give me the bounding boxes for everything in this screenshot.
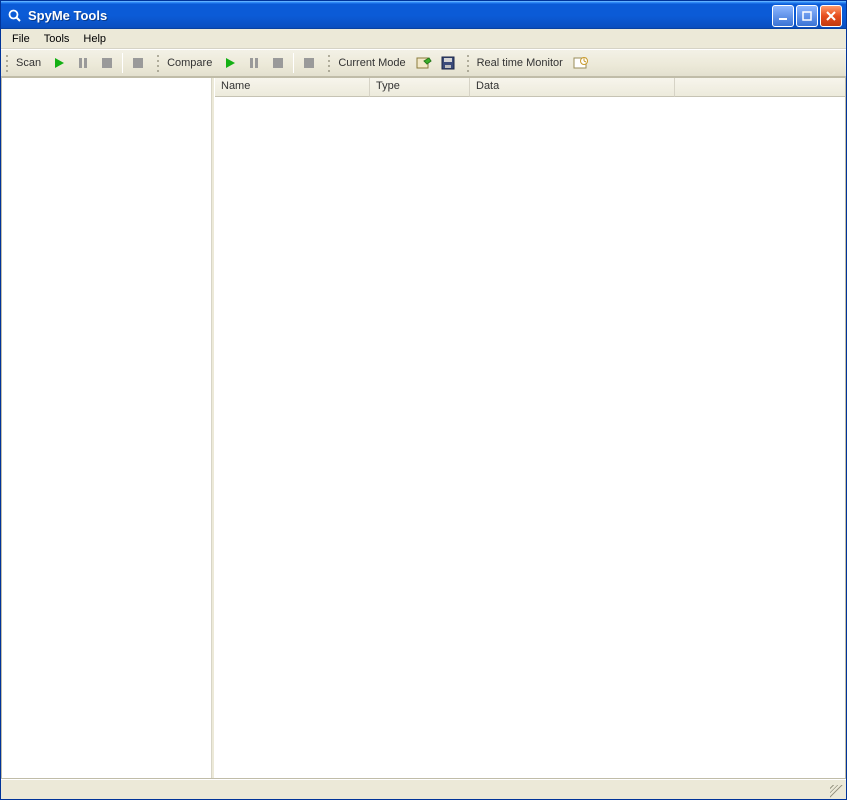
compare-stop2-button[interactable] xyxy=(298,52,320,74)
toolbar-grip[interactable] xyxy=(327,53,333,73)
close-icon xyxy=(826,11,836,21)
compare-label: Compare xyxy=(165,57,218,69)
disk-mode-icon xyxy=(440,55,456,71)
minimize-icon xyxy=(778,11,788,21)
toolbar-separator xyxy=(122,53,123,73)
stop-icon xyxy=(101,57,113,69)
maximize-button[interactable] xyxy=(796,5,818,27)
registry-mode-icon xyxy=(416,55,432,71)
pause-icon xyxy=(77,57,89,69)
toolbar-grip[interactable] xyxy=(466,53,472,73)
scan-pause-button[interactable] xyxy=(72,52,94,74)
stop-icon xyxy=(132,57,144,69)
list-body[interactable] xyxy=(215,97,845,778)
monitor-icon xyxy=(573,55,589,71)
column-header-data[interactable]: Data xyxy=(470,78,675,97)
menu-file[interactable]: File xyxy=(5,31,37,47)
pause-icon xyxy=(248,57,260,69)
compare-play-button[interactable] xyxy=(219,52,241,74)
scan-play-button[interactable] xyxy=(48,52,70,74)
toolbar-separator xyxy=(293,53,294,73)
current-mode-label: Current Mode xyxy=(336,57,411,69)
magnifier-icon xyxy=(7,8,23,24)
column-header-type[interactable]: Type xyxy=(370,78,470,97)
app-window: SpyMe Tools File Tools Help Scan xyxy=(0,0,847,800)
toolbar-grip[interactable] xyxy=(156,53,162,73)
play-icon xyxy=(224,57,236,69)
content-area: Name Type Data xyxy=(1,77,846,779)
close-button[interactable] xyxy=(820,5,842,27)
resize-grip[interactable] xyxy=(830,785,844,799)
list-pane: Name Type Data xyxy=(215,78,845,778)
toolbar: Scan Compare Current Mode xyxy=(1,49,846,77)
menu-tools[interactable]: Tools xyxy=(37,31,77,47)
play-icon xyxy=(53,57,65,69)
realtime-monitor-label: Real time Monitor xyxy=(475,57,569,69)
menu-help[interactable]: Help xyxy=(76,31,113,47)
maximize-icon xyxy=(802,11,812,21)
column-header-name[interactable]: Name xyxy=(215,78,370,97)
statusbar xyxy=(1,779,846,799)
realtime-monitor-button[interactable] xyxy=(570,52,592,74)
tree-pane[interactable] xyxy=(2,78,212,778)
window-controls xyxy=(772,5,842,27)
titlebar[interactable]: SpyMe Tools xyxy=(1,1,846,29)
toolbar-grip[interactable] xyxy=(5,53,11,73)
disk-mode-button[interactable] xyxy=(437,52,459,74)
menubar: File Tools Help xyxy=(1,29,846,49)
column-header-spacer xyxy=(675,78,845,97)
stop-icon xyxy=(303,57,315,69)
scan-label: Scan xyxy=(14,57,47,69)
compare-stop-button[interactable] xyxy=(267,52,289,74)
scan-stop2-button[interactable] xyxy=(127,52,149,74)
stop-icon xyxy=(272,57,284,69)
registry-mode-button[interactable] xyxy=(413,52,435,74)
compare-pause-button[interactable] xyxy=(243,52,265,74)
scan-stop-button[interactable] xyxy=(96,52,118,74)
column-headers: Name Type Data xyxy=(215,78,845,97)
window-title: SpyMe Tools xyxy=(28,8,772,23)
minimize-button[interactable] xyxy=(772,5,794,27)
